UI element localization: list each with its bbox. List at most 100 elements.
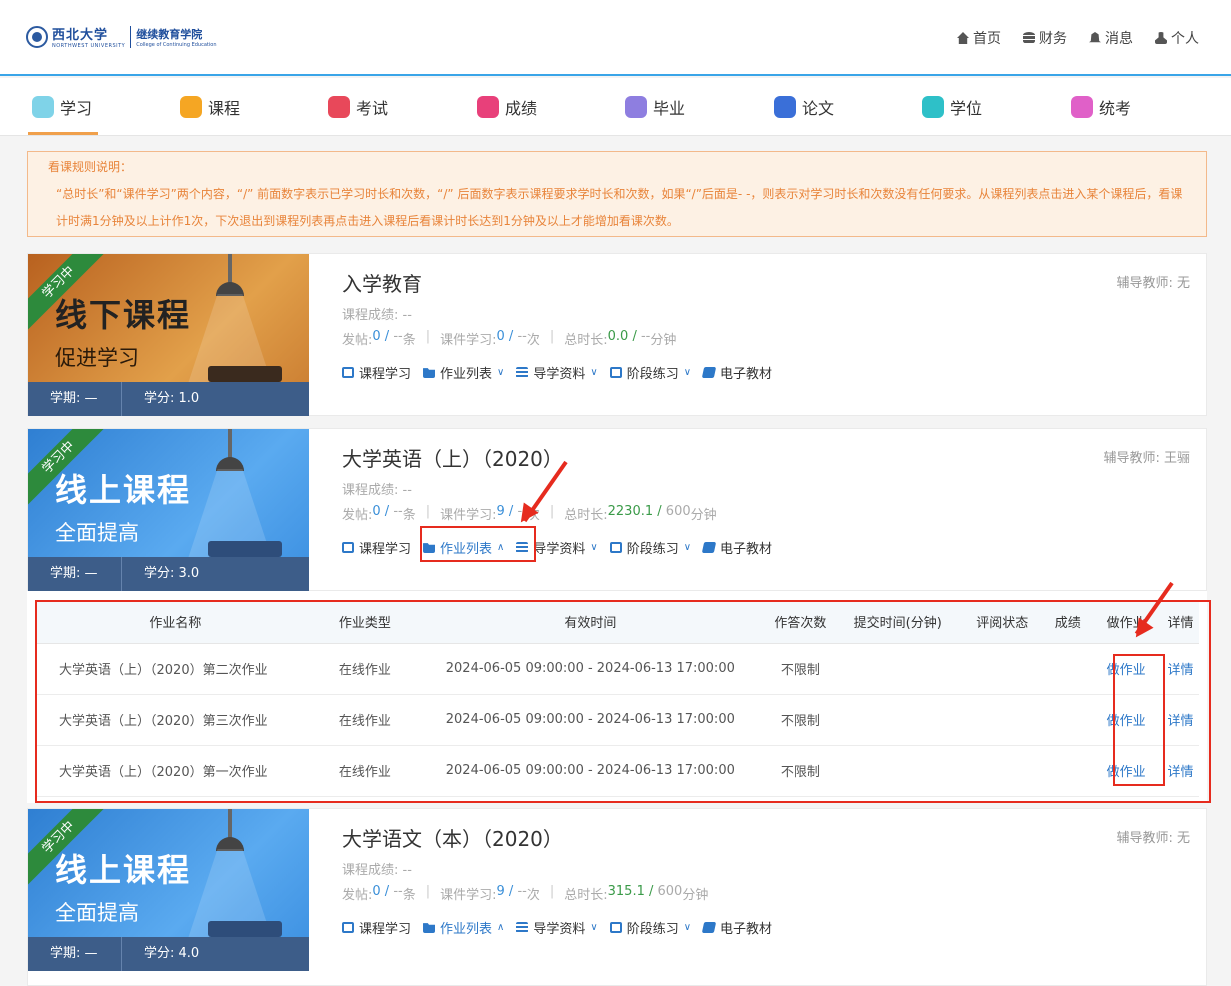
course-stats: 发帖: 0 / -- 条 | 课件学习: 9 / -- 次 | 总时长: 315… [342,884,709,903]
play-icon [342,367,354,378]
ebook-button[interactable]: 电子教材 [701,916,772,939]
graduation-icon [625,96,647,118]
college-cn-name: 继续教育学院 [136,27,203,41]
course-term: 学期: — [28,382,122,416]
course-study-button[interactable]: 课程学习 [342,536,411,559]
tab-graduation[interactable]: 毕业 [625,92,685,122]
folder-icon [423,923,436,933]
chevron-down-icon: ∨ [683,922,692,933]
chevron-down-icon: ∨ [683,367,692,378]
play-icon [342,922,354,933]
book-icon [701,542,717,553]
course-credit: 学分: 1.0 [144,391,200,406]
logo-en-name: NORTHWEST UNIVERSITY [52,43,126,49]
homework-list-button[interactable]: 作业列表 ∨ [423,361,504,384]
chevron-down-icon: ∨ [497,367,505,378]
course-card: 学习中 线下课程 促进学习 学期: — 学分: 1.0 入学教育 辅导教师: 无… [27,253,1207,416]
play-icon [342,542,354,553]
banner-title: 线上课程 [55,851,192,889]
tab-grades[interactable]: 成绩 [477,92,537,122]
course-term: 学期: — [28,937,122,971]
banner-title: 线下课程 [55,296,192,334]
course-stats: 发帖: 0 / -- 条 | 课件学习: 0 / -- 次 | 总时长: 0.0… [342,329,677,348]
guide-material-button[interactable]: 导学资料 ∨ [516,361,598,384]
ebook-button[interactable]: 电子教材 [701,361,772,384]
list-icon [516,367,529,378]
folder-icon [423,368,436,378]
top-header: 西北大学 NORTHWEST UNIVERSITY 继续教育学院 College… [0,0,1231,76]
university-seal-icon [26,25,48,48]
course-actions: 课程学习 作业列表 ∧ 导学资料 ∨ 阶段练习 ∨ 电子教材 [342,536,772,559]
edit-icon [609,922,622,933]
stage-practice-button[interactable]: 阶段练习 ∨ [609,916,692,939]
top-nav: 首页 财务 消息 个人 [957,28,1199,48]
stage-practice-button[interactable]: 阶段练习 ∨ [609,536,692,559]
chevron-down-icon: ∨ [590,367,598,378]
course-title[interactable]: 大学英语（上）（2020） [342,443,563,472]
thesis-icon [774,96,796,118]
course-term: 学期: — [28,557,122,591]
stage-practice-button[interactable]: 阶段练习 ∨ [609,361,692,384]
study-icon [32,96,54,118]
notice-body: “总时长”和“课件学习”两个内容，“/” 前面数字表示已学习时长和次数，“/” … [56,187,1183,228]
course-score: 课程成绩: -- [342,483,412,498]
list-icon [516,922,529,933]
course-card: 学习中 线上课程 全面提高 学期: — 学分: 4.0 大学语文（本）（2020… [27,808,1207,986]
course-score: 课程成绩: -- [342,863,412,878]
course-study-button[interactable]: 课程学习 [342,361,411,384]
unified-exam-icon [1071,96,1093,118]
chevron-down-icon: ∨ [683,542,692,553]
university-logo[interactable]: 西北大学 NORTHWEST UNIVERSITY 继续教育学院 College… [26,24,217,49]
notice-title: 看课规则说明： [48,160,133,174]
viewing-rules-notice: 看课规则说明： “总时长”和“课件学习”两个内容，“/” 前面数字表示已学习时长… [27,151,1207,237]
do-homework-highlight-box [1113,654,1165,786]
books-icon [208,366,282,382]
nav-home[interactable]: 首页 [957,28,1001,48]
logo-cn-name: 西北大学 [52,28,109,43]
lamp-icon [216,457,244,471]
course-title[interactable]: 入学教育 [342,268,422,297]
homework-list-highlight-box [420,526,536,562]
tab-unified-exam[interactable]: 统考 [1071,92,1131,122]
main-tabs: 学习 课程 考试 成绩 毕业 论文 学位 统考 [0,78,1231,136]
course-study-button[interactable]: 课程学习 [342,916,411,939]
homework-list-button[interactable]: 作业列表 ∧ [423,916,504,939]
course-banner[interactable]: 学习中 线下课程 促进学习 学期: — 学分: 1.0 [28,254,309,416]
banner-title: 线上课程 [55,471,192,509]
lamp-icon [216,282,244,296]
nav-messages[interactable]: 消息 [1089,28,1133,48]
course-banner[interactable]: 学习中 线上课程 全面提高 学期: — 学分: 4.0 [28,809,309,971]
course-credit: 学分: 4.0 [144,946,200,961]
database-icon [1023,32,1035,44]
course-icon [180,96,202,118]
guide-material-button[interactable]: 导学资料 ∨ [516,916,598,939]
degree-icon [922,96,944,118]
edit-icon [609,542,622,553]
course-score: 课程成绩: -- [342,308,412,323]
nav-finance[interactable]: 财务 [1023,28,1067,48]
nav-profile[interactable]: 个人 [1155,28,1199,48]
tab-degree[interactable]: 学位 [922,92,982,122]
tab-exams[interactable]: 考试 [328,92,388,122]
course-credit: 学分: 3.0 [144,566,200,581]
grade-icon [477,96,499,118]
ebook-button[interactable]: 电子教材 [701,536,772,559]
course-banner[interactable]: 学习中 线上课程 全面提高 学期: — 学分: 3.0 [28,429,309,591]
tab-courses[interactable]: 课程 [180,92,240,122]
banner-subtitle: 全面提高 [55,901,139,925]
tab-thesis[interactable]: 论文 [774,92,834,122]
course-teacher: 辅导教师: 王骊 [1103,451,1190,466]
lamp-icon [216,837,244,851]
course-title[interactable]: 大学语文（本）（2020） [342,823,563,852]
book-icon [701,922,717,933]
banner-subtitle: 全面提高 [55,521,139,545]
home-icon [957,32,969,44]
books-icon [208,921,282,937]
exam-icon [328,96,350,118]
bell-icon [1089,32,1101,43]
college-en-name: College of Continuing Education [136,41,217,48]
course-teacher: 辅导教师: 无 [1116,831,1190,846]
tab-study[interactable]: 学习 [27,92,99,135]
course-actions: 课程学习 作业列表 ∨ 导学资料 ∨ 阶段练习 ∨ 电子教材 [342,361,772,384]
user-icon [1155,32,1167,44]
